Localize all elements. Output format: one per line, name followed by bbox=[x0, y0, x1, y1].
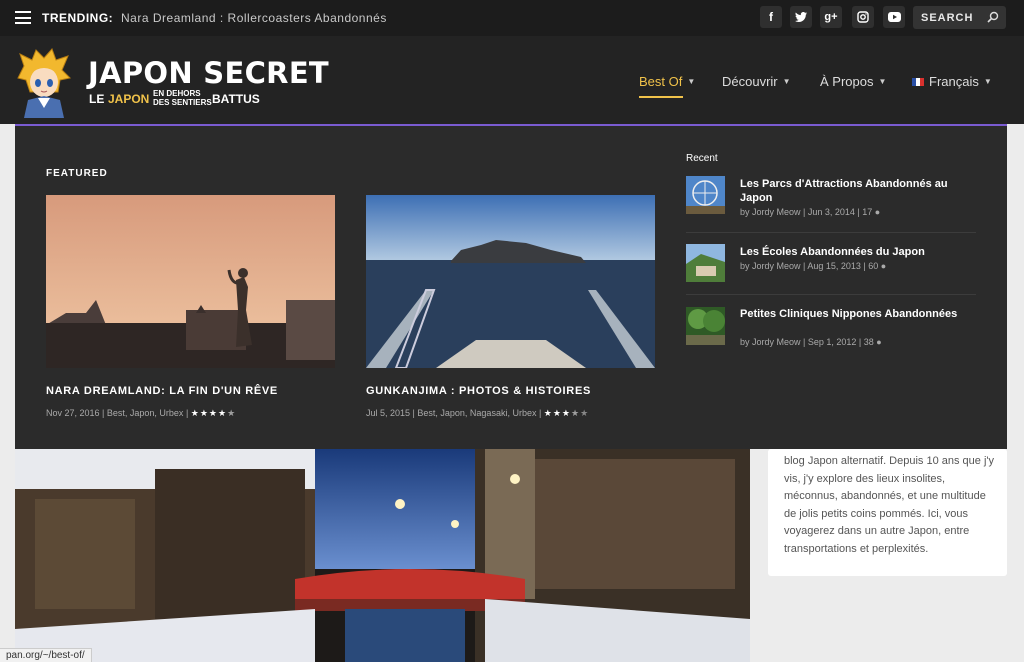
star-rating-1: ★★★★★ bbox=[190, 408, 237, 418]
tagline-le: LE bbox=[89, 92, 105, 106]
recent-thumb-parcs[interactable] bbox=[686, 176, 725, 214]
featured-meta-1: Nov 27, 2016 | Best, Japon, Urbex | ★★★★… bbox=[46, 408, 237, 418]
tagline-japon: JAPON bbox=[108, 92, 150, 106]
trending-label: TRENDING: bbox=[42, 11, 114, 25]
chevron-down-icon: ▼ bbox=[782, 77, 791, 86]
about-card: blog Japon alternatif. Depuis 10 ans que… bbox=[768, 449, 1007, 576]
search-box[interactable]: SEARCH bbox=[913, 6, 1006, 29]
about-text: blog Japon alternatif. Depuis 10 ans que… bbox=[784, 455, 995, 555]
chevron-down-icon: ▼ bbox=[983, 77, 992, 86]
recent-divider bbox=[686, 232, 976, 233]
featured-tags-2[interactable]: Best, Japon, Nagasaki, Urbex bbox=[417, 408, 536, 418]
search-placeholder: SEARCH bbox=[921, 12, 974, 24]
search-icon[interactable] bbox=[987, 11, 999, 23]
recent-thumb-ecoles[interactable] bbox=[686, 244, 725, 282]
recent-meta-1-text: by Jordy Meow | Jun 3, 2014 | 17 bbox=[740, 207, 873, 217]
featured-tags-1[interactable]: Best, Japon, Urbex bbox=[107, 408, 184, 418]
nav-a-propos[interactable]: À Propos ▼ bbox=[820, 74, 886, 89]
featured-title-2[interactable]: GUNKANJIMA : PHOTOS & HISTOIRES bbox=[366, 385, 591, 397]
site-title[interactable]: JAPON SECRET bbox=[88, 56, 329, 90]
google-plus-icon[interactable]: g+ bbox=[820, 6, 842, 28]
recent-meta-2-text: by Jordy Meow | Aug 15, 2013 | 60 bbox=[740, 261, 879, 271]
recent-meta-3: by Jordy Meow | Sep 1, 2012 | 38 ● bbox=[740, 337, 882, 347]
tagline-battus: BATTUS bbox=[212, 92, 260, 106]
comment-icon: ● bbox=[876, 337, 882, 347]
recent-meta-1: by Jordy Meow | Jun 3, 2014 | 17 ● bbox=[740, 207, 880, 217]
french-flag-icon bbox=[912, 77, 924, 86]
recent-meta-3-text: by Jordy Meow | Sep 1, 2012 | 38 bbox=[740, 337, 874, 347]
tagline-small-line-2: DES SENTIERS bbox=[153, 98, 212, 107]
trending-link[interactable]: Nara Dreamland : Rollercoasters Abandonn… bbox=[121, 11, 387, 25]
comment-icon: ● bbox=[880, 261, 887, 271]
recent-title-3[interactable]: Petites Cliniques Nippones Abandonnées bbox=[740, 307, 980, 321]
nav-a-propos-label: À Propos bbox=[820, 74, 874, 89]
nav-active-underline bbox=[639, 96, 683, 98]
featured-label: FEATURED bbox=[46, 168, 108, 179]
featured-meta-2: Jul 5, 2015 | Best, Japon, Nagasaki, Urb… bbox=[366, 408, 590, 418]
hero-image-ginzan-onsen[interactable] bbox=[15, 449, 750, 662]
recent-meta-2: by Jordy Meow | Aug 15, 2013 | 60 ● bbox=[740, 261, 886, 271]
featured-date-1: Nov 27, 2016 bbox=[46, 408, 100, 418]
youtube-icon[interactable] bbox=[883, 6, 905, 28]
featured-date-2: Jul 5, 2015 bbox=[366, 408, 411, 418]
tagline-small: EN DEHORS DES SENTIERS bbox=[153, 89, 212, 107]
hamburger-menu-icon[interactable] bbox=[15, 11, 31, 24]
featured-title-1[interactable]: NARA DREAMLAND: LA FIN D'UN RÊVE bbox=[46, 385, 278, 397]
nav-decouvrir[interactable]: Découvrir ▼ bbox=[722, 74, 791, 89]
tagline-small-line-1: EN DEHORS bbox=[153, 89, 201, 98]
mascot-logo-icon[interactable] bbox=[14, 48, 74, 118]
browser-status-url: pan.org/~/best-of/ bbox=[0, 648, 92, 662]
comment-icon: ● bbox=[874, 207, 881, 217]
nav-best-of-label: Best Of bbox=[639, 74, 683, 89]
recent-thumb-cliniques[interactable] bbox=[686, 307, 725, 345]
featured-image-gunkanjima[interactable] bbox=[366, 195, 655, 368]
nav-decouvrir-label: Découvrir bbox=[722, 74, 778, 89]
facebook-icon[interactable]: f bbox=[760, 6, 782, 28]
nav-language[interactable]: Français ▼ bbox=[912, 74, 992, 89]
featured-image-nara-dreamland[interactable] bbox=[46, 195, 335, 368]
star-rating-2: ★★★★★ bbox=[543, 408, 590, 418]
recent-title-2[interactable]: Les Écoles Abandonnées du Japon bbox=[740, 245, 980, 259]
twitter-icon[interactable] bbox=[790, 6, 812, 28]
recent-divider bbox=[686, 294, 976, 295]
instagram-icon[interactable] bbox=[852, 6, 874, 28]
trending: TRENDING: Nara Dreamland : Rollercoaster… bbox=[42, 11, 387, 25]
chevron-down-icon: ▼ bbox=[878, 77, 887, 86]
nav-best-of[interactable]: Best Of ▼ bbox=[639, 74, 695, 89]
chevron-down-icon: ▼ bbox=[687, 77, 696, 86]
trending-bar: TRENDING: Nara Dreamland : Rollercoaster… bbox=[0, 0, 1024, 36]
nav-language-label: Français bbox=[929, 74, 979, 89]
recent-label: Recent bbox=[686, 153, 718, 164]
recent-title-1[interactable]: Les Parcs d'Attractions Abandonnés au Ja… bbox=[740, 177, 980, 205]
